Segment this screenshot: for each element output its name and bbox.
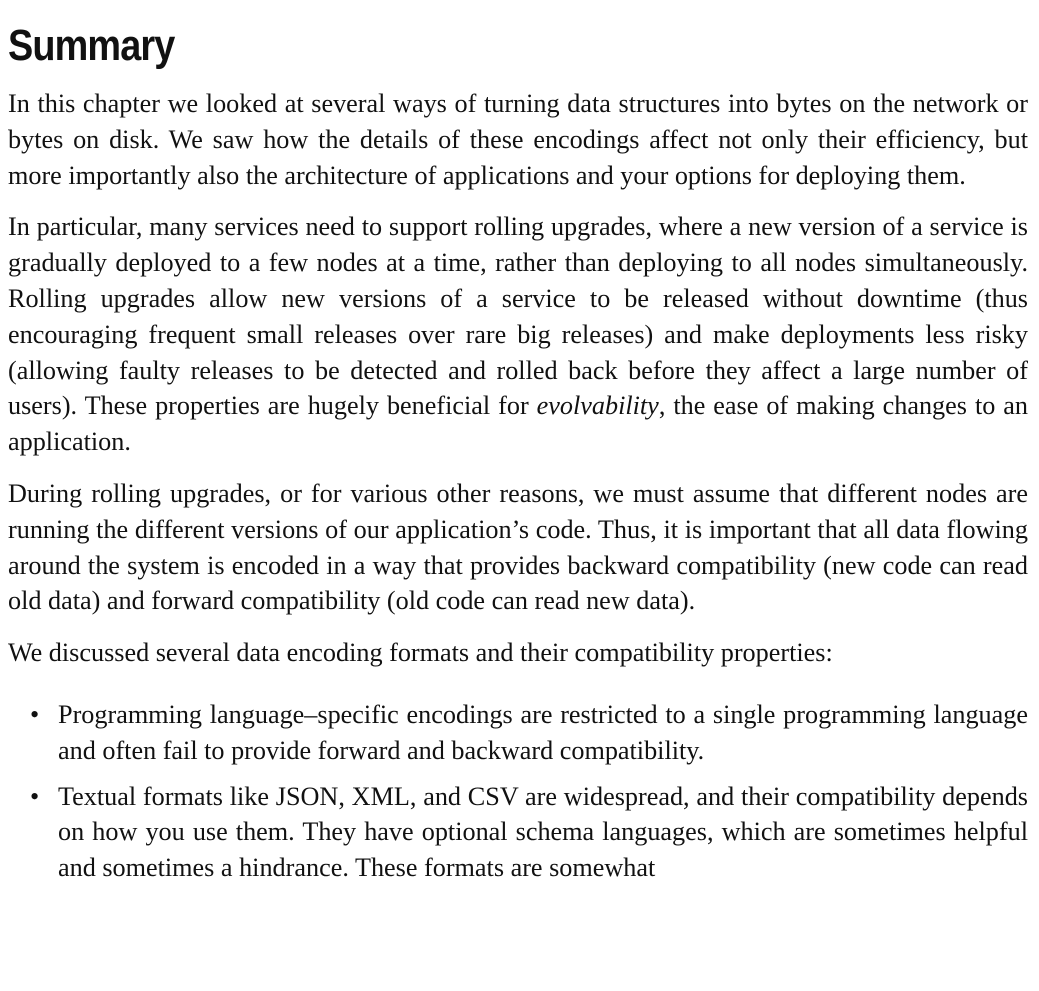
- formats-list: • Programming language–specific encoding…: [8, 697, 1028, 886]
- emphasis-term: evolvability: [536, 391, 659, 421]
- section-heading: Summary: [8, 21, 175, 70]
- list-item-text: Programming language–specific encodings …: [58, 699, 1028, 765]
- paragraph-compatibility: During rolling upgrades, or for various …: [8, 478, 1028, 616]
- list-item: • Textual formats like JSON, XML, and CS…: [8, 779, 1028, 886]
- paragraph-rolling-upgrades: In particular, many services need to sup…: [8, 209, 1028, 460]
- paragraph-intro: In this chapter we looked at several way…: [8, 89, 1028, 190]
- list-item: • Programming language–specific encoding…: [8, 697, 1028, 769]
- paragraph-formats-intro: We discussed several data encoding forma…: [8, 638, 833, 668]
- list-item-text: Textual formats like JSON, XML, and CSV …: [58, 781, 1028, 883]
- bullet-icon: •: [30, 699, 40, 729]
- bullet-icon: •: [30, 781, 40, 811]
- document-page: Summary In this chapter we looked at sev…: [8, 0, 1028, 896]
- paragraph-text: In particular, many services need to sup…: [8, 212, 1028, 421]
